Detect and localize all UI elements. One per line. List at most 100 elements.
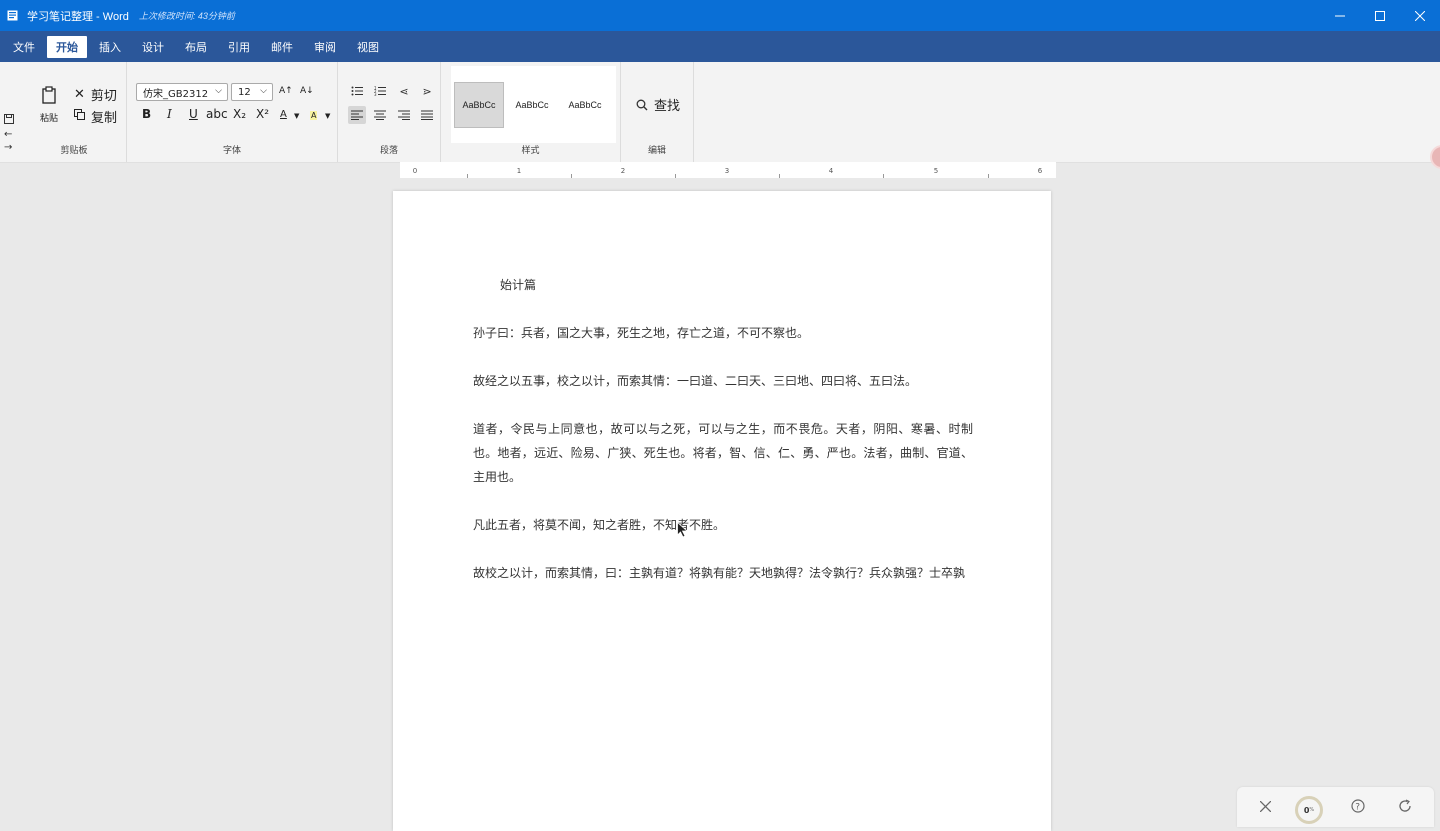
subscript-button[interactable]: X₂: [233, 107, 246, 121]
group-label-clipboard: 剪贴板: [60, 146, 88, 156]
ribbon: ← → 粘贴 ✕ 剪切 复制 剪贴板 仿宋_GB2312 ⌵ 12 ⌵ A↑ A…: [0, 62, 1440, 163]
copy-icon: [74, 109, 85, 124]
group-label-paragraph: 段落: [379, 146, 398, 156]
font-name-value: 仿宋_GB2312: [143, 88, 209, 100]
undo-icon[interactable]: ←: [4, 129, 18, 140]
cut-button[interactable]: ✕ 剪切: [74, 85, 117, 104]
align-right-button[interactable]: [395, 106, 413, 124]
ruler-mark: 3: [724, 167, 730, 175]
align-left-icon: [351, 110, 363, 120]
italic-button[interactable]: I: [167, 107, 172, 121]
group-label-font: 字体: [222, 146, 241, 156]
paragraph[interactable]: 凡此五者，将莫不闻，知之者胜，不知者不胜。: [473, 513, 973, 537]
decrease-indent-icon: ⋖: [399, 84, 409, 98]
ruler-tick: [779, 174, 780, 178]
document-heading[interactable]: 始计篇: [500, 273, 973, 297]
title-bar: 学习笔记整理 - Word 上次修改时间: 43分钟前: [0, 0, 1440, 31]
style-heading-2[interactable]: AaBbCc: [560, 82, 610, 128]
font-color-label: A: [280, 109, 287, 120]
font-color-button[interactable]: A: [280, 109, 287, 120]
justify-icon: [421, 110, 433, 120]
clipboard-icon: [42, 86, 56, 104]
highlight-button[interactable]: A: [310, 111, 318, 120]
tab-mailings[interactable]: 邮件: [262, 36, 302, 58]
ruler-tick: [467, 174, 468, 178]
tab-home[interactable]: 开始: [47, 35, 87, 58]
maximize-button[interactable]: [1360, 0, 1400, 31]
ruler-mark: 6: [1037, 167, 1043, 175]
last-saved-status: 上次修改时间: 43分钟前: [138, 11, 235, 21]
ruler-tick: [883, 174, 884, 178]
numbered-list-button[interactable]: 123: [371, 82, 389, 100]
refresh-icon: [1399, 799, 1411, 812]
search-icon: [636, 99, 648, 110]
style-heading-1[interactable]: AaBbCc: [507, 82, 557, 128]
paragraph[interactable]: 故经之以五事，校之以计，而索其情：一曰道、二曰天、三曰地、四曰将、五曰法。: [473, 369, 973, 393]
close-button[interactable]: [1400, 0, 1440, 31]
ruler-tick: [571, 174, 572, 178]
numbered-list-icon: 123: [374, 86, 386, 96]
progress-ring: 0 %: [1295, 796, 1323, 824]
chevron-down-icon: ⌵: [260, 86, 267, 96]
close-icon: [1415, 10, 1425, 21]
paragraph[interactable]: 孙子曰：兵者，国之大事，死生之地，存亡之道，不可不察也。: [473, 321, 973, 345]
refresh-button[interactable]: [1398, 799, 1412, 817]
mouse-cursor-icon: [677, 521, 689, 542]
ruler-mark: 2: [620, 167, 626, 175]
bold-button[interactable]: B: [142, 107, 151, 121]
svg-text:3: 3: [374, 92, 377, 96]
document-page[interactable]: 始计篇 孙子曰：兵者，国之大事，死生之地，存亡之道，不可不察也。 故经之以五事，…: [393, 191, 1051, 831]
progress-unit: %: [1309, 807, 1315, 813]
decrease-indent-button[interactable]: ⋖: [395, 82, 413, 100]
align-left-button[interactable]: [348, 106, 366, 124]
bullet-list-button[interactable]: [348, 82, 366, 100]
chevron-down-icon: ⌵: [215, 86, 222, 96]
tab-review[interactable]: 审阅: [305, 36, 345, 58]
minimize-button[interactable]: [1320, 0, 1360, 31]
ruler-mark: 4: [828, 167, 834, 175]
bullet-list-icon: [351, 86, 363, 96]
ruler-mark: 5: [933, 167, 939, 175]
minimize-icon: [1335, 15, 1345, 16]
highlight-dropdown-icon[interactable]: ▼: [325, 112, 330, 120]
tab-view[interactable]: 视图: [348, 36, 388, 58]
paragraph[interactable]: 道者，令民与上同意也，故可以与之死，可以与之生，而不畏危。天者，阴阳、寒暑、时制…: [473, 417, 973, 489]
strikethrough-button[interactable]: abc: [206, 107, 228, 121]
grow-font-button[interactable]: A↑: [279, 86, 293, 96]
horizontal-ruler[interactable]: 0 1 2 3 4 5 6: [400, 162, 1056, 178]
ruler-tick: [988, 174, 989, 178]
align-center-button[interactable]: [371, 106, 389, 124]
close-widget-button[interactable]: [1259, 800, 1272, 816]
tab-insert[interactable]: 插入: [90, 36, 130, 58]
align-right-icon: [398, 110, 410, 120]
underline-button[interactable]: U: [189, 107, 198, 121]
redo-icon[interactable]: →: [4, 142, 18, 153]
font-name-select[interactable]: 仿宋_GB2312 ⌵: [136, 83, 228, 101]
paste-label: 粘贴: [39, 114, 58, 124]
group-label-editing: 编辑: [647, 146, 666, 156]
style-normal[interactable]: AaBbCc: [454, 82, 504, 128]
styles-gallery: AaBbCc AaBbCc AaBbCc: [451, 66, 616, 143]
tab-layout[interactable]: 布局: [176, 36, 216, 58]
document-title: 学习笔记整理 - Word: [27, 10, 129, 23]
group-label-styles: 样式: [521, 146, 540, 156]
help-button[interactable]: ?: [1351, 799, 1365, 817]
shrink-font-button[interactable]: A↓: [300, 86, 314, 96]
cut-label: 剪切: [90, 89, 117, 104]
tab-file[interactable]: 文件: [4, 36, 44, 58]
tab-references[interactable]: 引用: [219, 36, 259, 58]
find-button[interactable]: 查找: [636, 95, 680, 114]
copy-button[interactable]: 复制: [74, 107, 117, 126]
superscript-button[interactable]: X²: [256, 107, 269, 121]
ruler-mark: 1: [516, 167, 522, 175]
font-color-dropdown-icon[interactable]: ▼: [294, 112, 299, 120]
increase-indent-button[interactable]: ⋗: [418, 82, 436, 100]
document-body[interactable]: 始计篇 孙子曰：兵者，国之大事，死生之地，存亡之道，不可不察也。 故经之以五事，…: [473, 273, 973, 609]
ruler-tick: [675, 174, 676, 178]
tab-design[interactable]: 设计: [133, 36, 173, 58]
save-icon[interactable]: [4, 114, 18, 127]
font-size-select[interactable]: 12 ⌵: [231, 83, 273, 101]
justify-button[interactable]: [418, 106, 436, 124]
paragraph[interactable]: 故校之以计，而索其情，曰：主孰有道？将孰有能？天地孰得？法令孰行？兵众孰强？士卒…: [473, 561, 973, 585]
paste-button[interactable]: 粘贴: [38, 86, 60, 124]
